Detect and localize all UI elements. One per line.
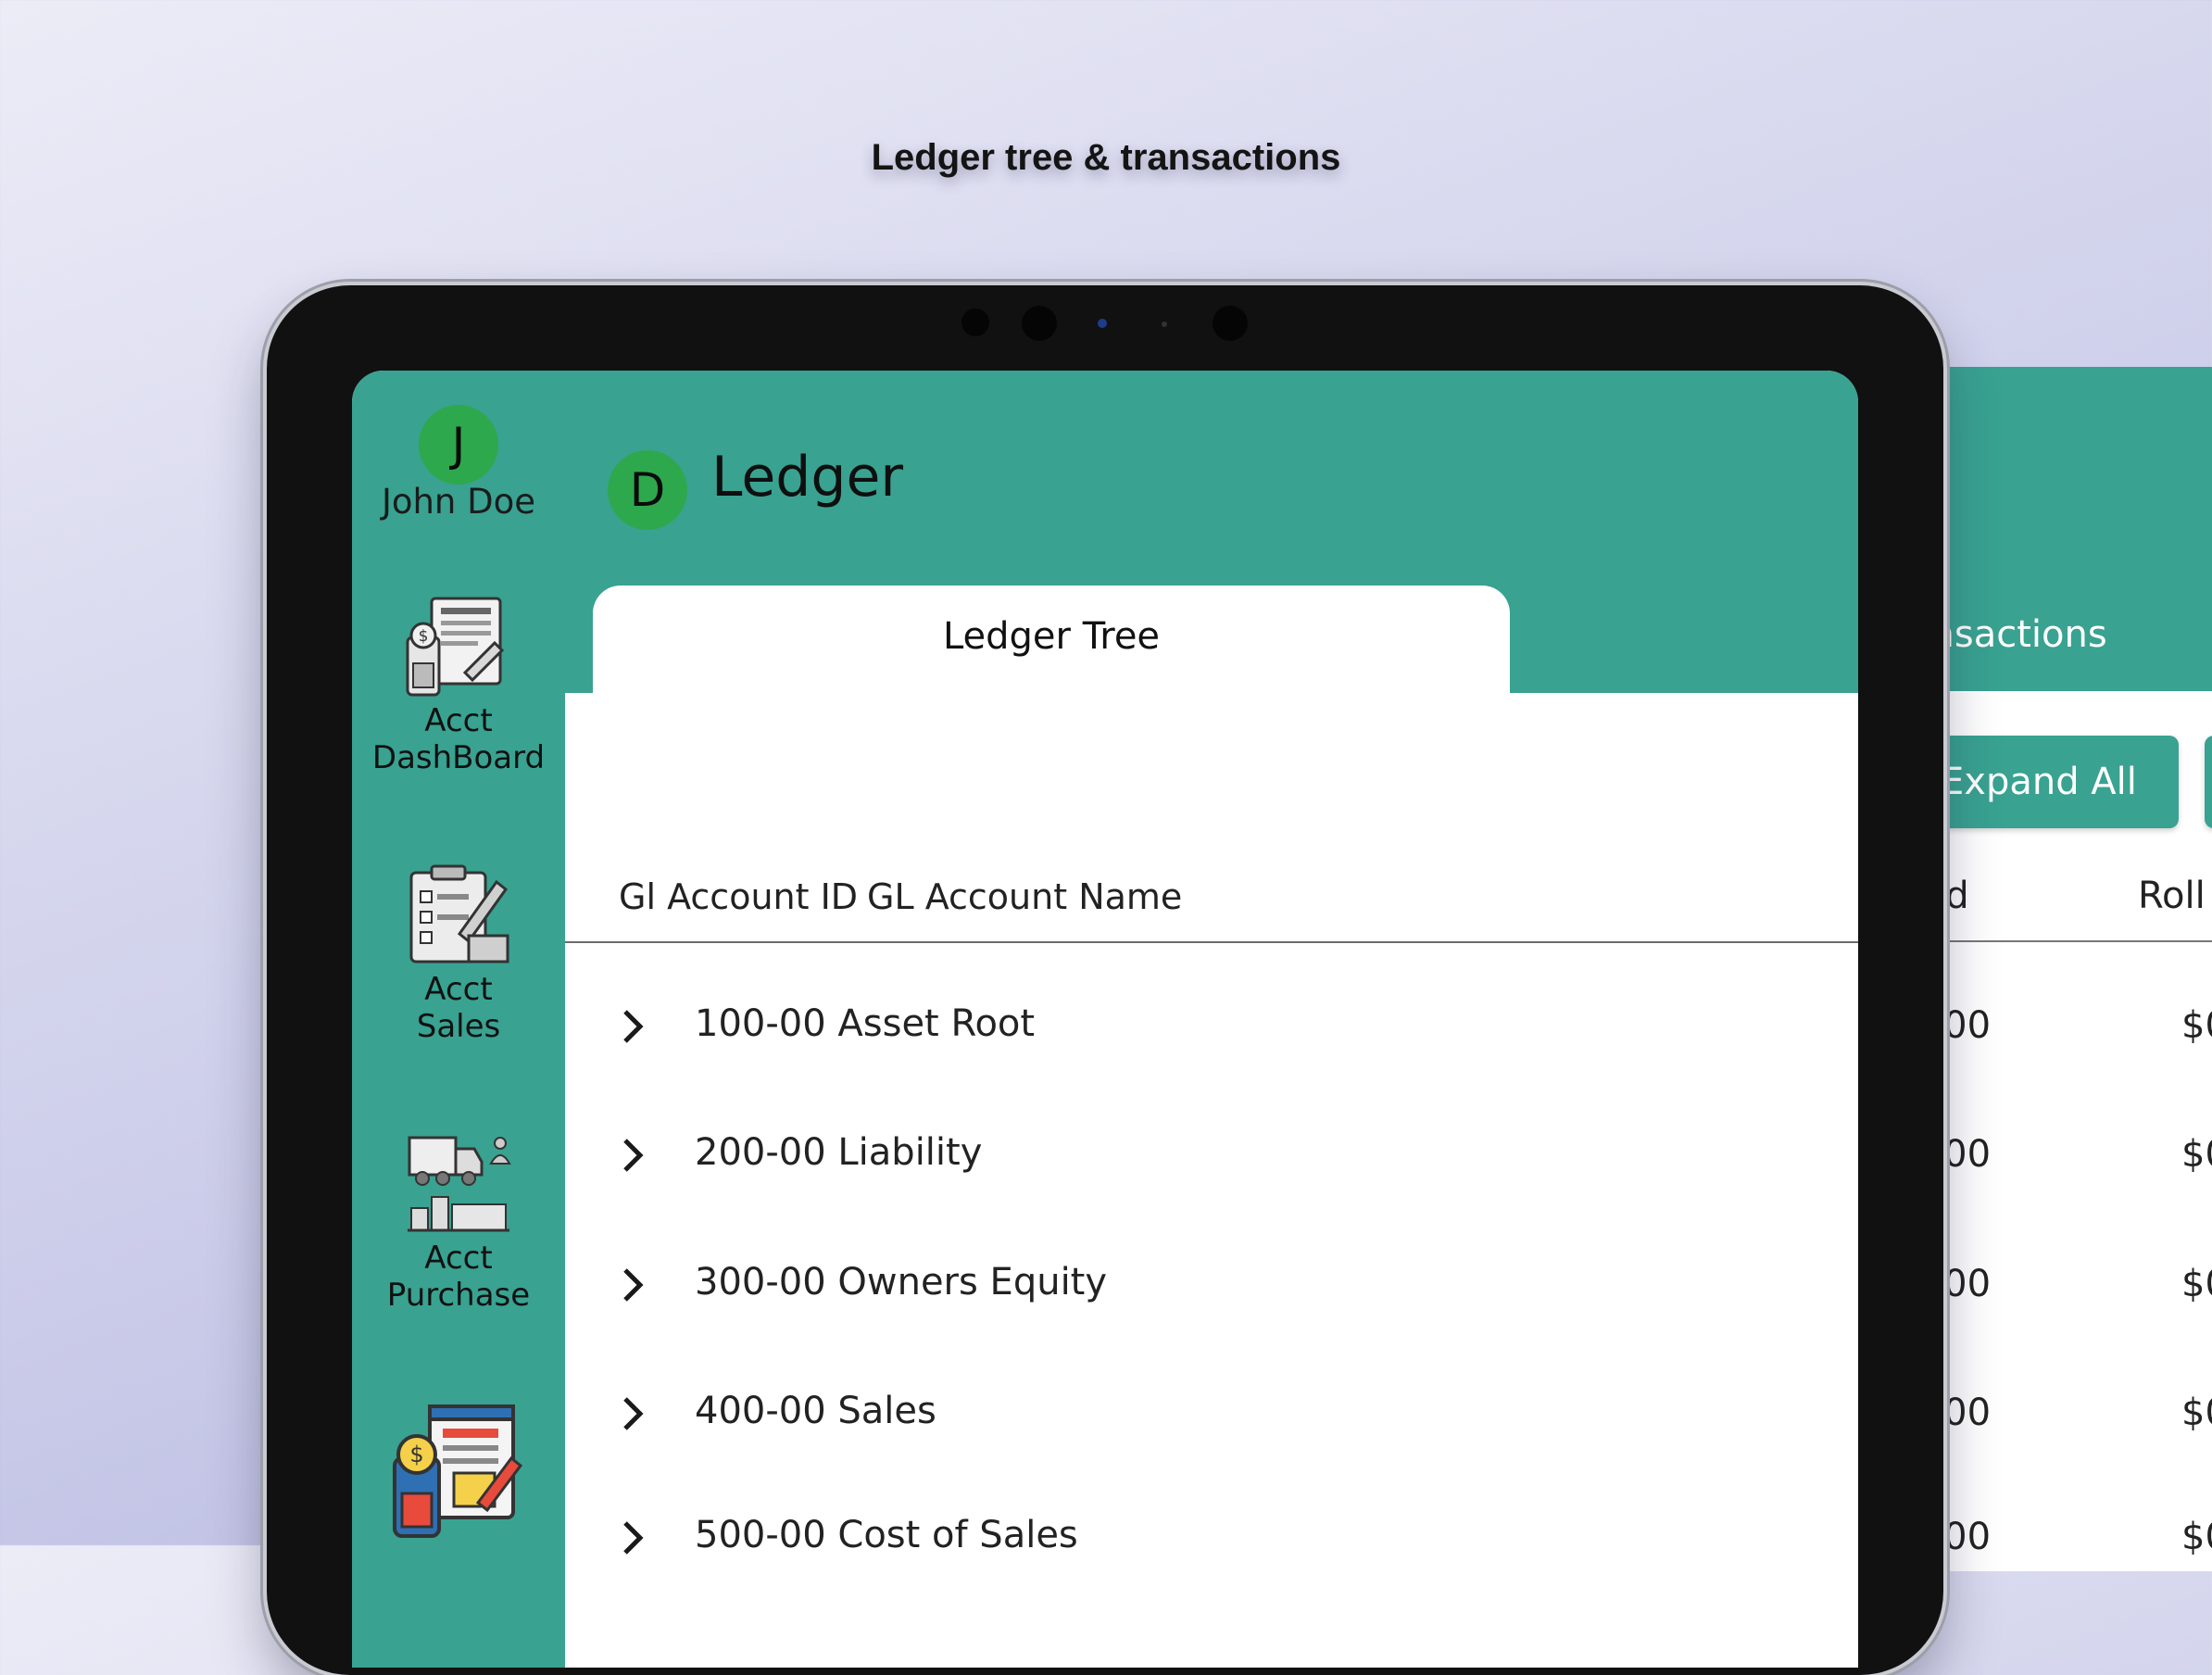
column-header-rollup: Roll [2138, 875, 2206, 917]
tree-row[interactable]: 500-00 Cost of Sales [565, 1492, 1858, 1584]
tab-transactions[interactable]: ansactions [1908, 613, 2212, 656]
rollup-amount-cell: $0 [2181, 1133, 2212, 1176]
rollup-amount-cell: $0 [2181, 1263, 2212, 1305]
tree-row[interactable]: 100-00 Asset Root [565, 980, 1858, 1073]
chevron-right-icon[interactable] [619, 1393, 647, 1434]
ledger-tree-panel: Gl Account ID GL Account Name 100-00 Ass… [565, 693, 1858, 1668]
table-divider [1908, 940, 2212, 942]
account-label: 200-00 Liability [695, 1131, 983, 1174]
page-title: Ledger [711, 445, 904, 510]
secondary-action-button[interactable] [2205, 736, 2212, 828]
chevron-right-icon[interactable] [619, 1006, 647, 1047]
user-name: John Doe [381, 482, 536, 522]
secondary-header: ansactions [1908, 367, 2212, 691]
sensor-dot-icon [1162, 321, 1167, 327]
sidebar: J John Doe $ Acct DashBoard Acct Sales A… [352, 371, 566, 1668]
app-screen: J John Doe $ Acct DashBoard Acct Sales A… [352, 371, 1858, 1668]
tree-row[interactable]: 200-00 Liability [565, 1109, 1858, 1202]
svg-text:$: $ [419, 627, 429, 646]
chevron-right-icon[interactable] [619, 1135, 647, 1176]
sidebar-item-label: Acct [424, 702, 493, 739]
sidebar-item-acct-sales[interactable]: Acct Sales [352, 863, 565, 1045]
company-avatar[interactable]: D [608, 450, 687, 530]
showcase-headline: Ledger tree & transactions [871, 137, 1341, 178]
camera-icon [1022, 306, 1057, 341]
chevron-right-icon[interactable] [619, 1265, 647, 1305]
accounting-dashboard-icon: $ [406, 597, 505, 697]
account-label: 400-00 Sales [695, 1390, 936, 1432]
accounting-invoice-icon: $ [393, 1404, 523, 1538]
sensor-icon [961, 309, 989, 336]
tree-row[interactable]: 400-00 Sales [565, 1367, 1858, 1460]
column-header-account-id: Gl Account ID [619, 876, 859, 917]
table-divider [565, 941, 1858, 943]
tablet-device: J John Doe $ Acct DashBoard Acct Sales A… [267, 285, 1943, 1675]
rollup-amount-cell: $0 [2181, 1516, 2212, 1558]
camera-lens-icon [1098, 319, 1107, 328]
sidebar-item-accounting[interactable]: $ [352, 1401, 565, 1543]
rollup-amount-cell: $0 [2181, 1392, 2212, 1434]
sensor-icon [1213, 306, 1248, 341]
purchase-truck-factory-icon [408, 1136, 511, 1232]
chevron-right-icon[interactable] [619, 1518, 647, 1558]
sidebar-item-label: Sales [416, 1008, 501, 1045]
sidebar-item-label: Acct [424, 971, 493, 1008]
expand-all-button[interactable]: Expand All [1908, 736, 2179, 828]
account-label: 300-00 Owners Equity [695, 1261, 1108, 1303]
rollup-amount-cell: $0 [2181, 1004, 2212, 1047]
column-header-account-name: GL Account Name [867, 876, 1183, 917]
svg-text:$: $ [409, 1442, 423, 1467]
app-header: D Ledger Ledger Tree [565, 371, 1858, 695]
sidebar-item-acct-dashboard[interactable]: $ Acct DashBoard [352, 595, 565, 776]
sidebar-item-label: DashBoard [371, 739, 546, 776]
tab-ledger-tree[interactable]: Ledger Tree [593, 586, 1510, 695]
sales-clipboard-icon [409, 864, 509, 963]
secondary-device-screen: ansactions Expand All ted Roll 0.00 $0 0… [1908, 367, 2212, 1571]
sidebar-item-label: Acct [424, 1240, 493, 1277]
user-avatar[interactable]: J [419, 405, 498, 485]
account-label: 500-00 Cost of Sales [695, 1514, 1078, 1556]
sidebar-item-label: Purchase [386, 1277, 531, 1314]
sidebar-item-acct-purchase[interactable]: Acct Purchase [352, 1132, 565, 1314]
tree-row[interactable]: 300-00 Owners Equity [565, 1239, 1858, 1331]
account-label: 100-00 Asset Root [695, 1002, 1036, 1045]
